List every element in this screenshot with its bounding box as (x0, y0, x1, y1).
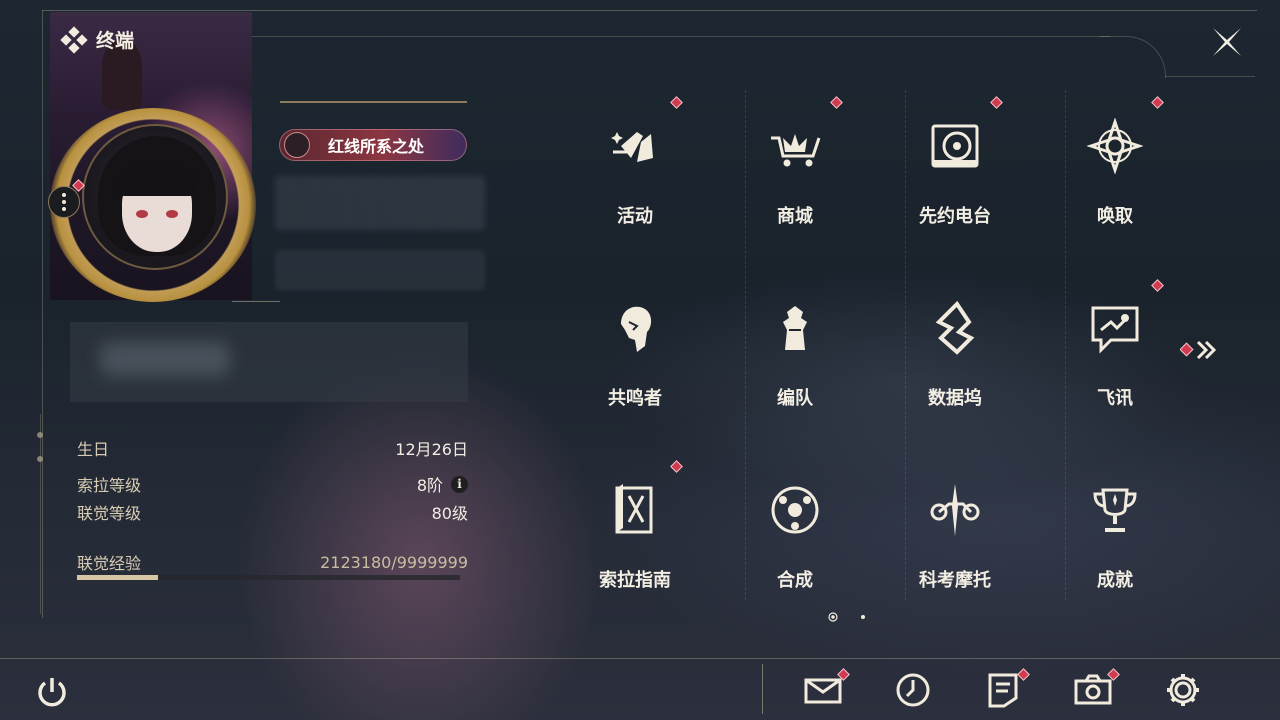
stat-label: 索拉等级 (77, 476, 142, 495)
menu-label: 合成 (777, 570, 813, 591)
trophy-icon (1093, 488, 1137, 532)
notes-icon[interactable] (984, 672, 1022, 708)
blurred-name (275, 176, 485, 230)
menu-item-resonators[interactable]: 共鸣者 (555, 286, 715, 456)
name-badge[interactable]: 红线所系之处 (279, 129, 467, 161)
menu-label: 唤取 (1097, 206, 1133, 227)
decor-line (40, 414, 41, 614)
banner-divider (280, 101, 467, 103)
info-icon[interactable]: i (451, 475, 468, 493)
menu-label: 成就 (1097, 570, 1133, 591)
stat-union-exp: 联觉经验 2123180/9999999 (77, 550, 468, 574)
menu-item-shop[interactable]: 商城 (715, 104, 875, 274)
activity-icon (611, 132, 653, 162)
decor-dot (37, 456, 43, 462)
resonator-head-icon (621, 306, 652, 352)
stat-birthday: 生日 12月26日 (77, 436, 468, 460)
diamond-cluster-icon (60, 25, 88, 54)
motorbike-icon (930, 484, 980, 536)
menu-item-summon[interactable]: 唤取 (1035, 104, 1195, 274)
badge-avatar (284, 132, 310, 158)
shop-crown-cart-icon (771, 134, 821, 167)
terminal-header: 终端 (60, 25, 135, 54)
avatar[interactable] (82, 124, 228, 270)
stat-label: 生日 (77, 440, 110, 459)
clock-icon[interactable] (894, 672, 932, 708)
menu-label: 飞讯 (1097, 388, 1133, 409)
blurred-id (275, 250, 485, 290)
bottom-separator (762, 664, 763, 714)
next-page-arrow-icon[interactable] (1180, 338, 1222, 362)
bottom-bar-line (0, 658, 1280, 659)
menu-item-achievements[interactable]: 成就 (1035, 468, 1195, 638)
menu-label: 编队 (777, 388, 813, 409)
menu-label: 索拉指南 (599, 570, 671, 591)
stat-value: 80级 (431, 504, 468, 523)
frame-left-line (42, 10, 43, 618)
stat-label: 联觉经验 (77, 554, 142, 573)
exp-progress-fill (77, 575, 159, 580)
menu-label: 商城 (777, 206, 813, 227)
exp-progress-bar (77, 575, 460, 580)
team-chess-icon (783, 306, 807, 350)
menu-item-motorbike[interactable]: 科考摩托 (875, 468, 1035, 638)
frame-right-line (1165, 76, 1255, 77)
camera-icon[interactable] (1074, 672, 1112, 708)
menu-item-team[interactable]: 编队 (715, 286, 875, 456)
pagination-dots[interactable] (826, 612, 876, 622)
stat-label: 联觉等级 (77, 504, 142, 523)
gear-icon[interactable] (1164, 672, 1202, 708)
frame-arc (1100, 36, 1166, 78)
menu-label: 共鸣者 (608, 388, 662, 409)
menu-item-radio[interactable]: 先约电台 (875, 104, 1035, 274)
stat-value: 2123180/9999999 (320, 552, 468, 572)
divider (232, 301, 280, 302)
menu-label: 先约电台 (919, 206, 991, 227)
close-icon[interactable] (1207, 22, 1247, 62)
frame-top-line (42, 10, 1257, 11)
stat-value: 12月26日 (395, 440, 468, 459)
stat-union-level: 联觉等级 80级 (77, 500, 468, 524)
menu-item-messages[interactable]: 飞讯 (1035, 286, 1195, 456)
blurred-signature (70, 322, 468, 402)
summon-star-icon (1087, 118, 1143, 174)
data-dock-icon (935, 300, 975, 355)
menu-item-activity[interactable]: 活动 (555, 104, 715, 274)
synthesis-icon (771, 486, 819, 534)
decor-dot (37, 432, 43, 438)
frame-inner-line (250, 36, 1110, 37)
menu-item-data-dock[interactable]: 数据坞 (875, 286, 1035, 456)
radio-disc-icon (931, 124, 979, 168)
menu-label: 科考摩托 (919, 570, 991, 591)
guide-book-icon (615, 484, 653, 534)
name-badge-label: 红线所系之处 (328, 137, 425, 156)
message-bubble-icon (1091, 306, 1139, 354)
menu-label: 数据坞 (928, 388, 982, 409)
stat-value: 8阶 (416, 476, 443, 495)
menu-label: 活动 (617, 206, 653, 227)
power-icon[interactable] (34, 674, 70, 710)
mail-icon[interactable] (804, 672, 842, 708)
more-options-button[interactable] (48, 186, 80, 218)
stat-sol-level: 索拉等级 8阶 i (77, 472, 468, 496)
page-title: 终端 (96, 30, 135, 52)
menu-item-guide[interactable]: 索拉指南 (555, 468, 715, 638)
